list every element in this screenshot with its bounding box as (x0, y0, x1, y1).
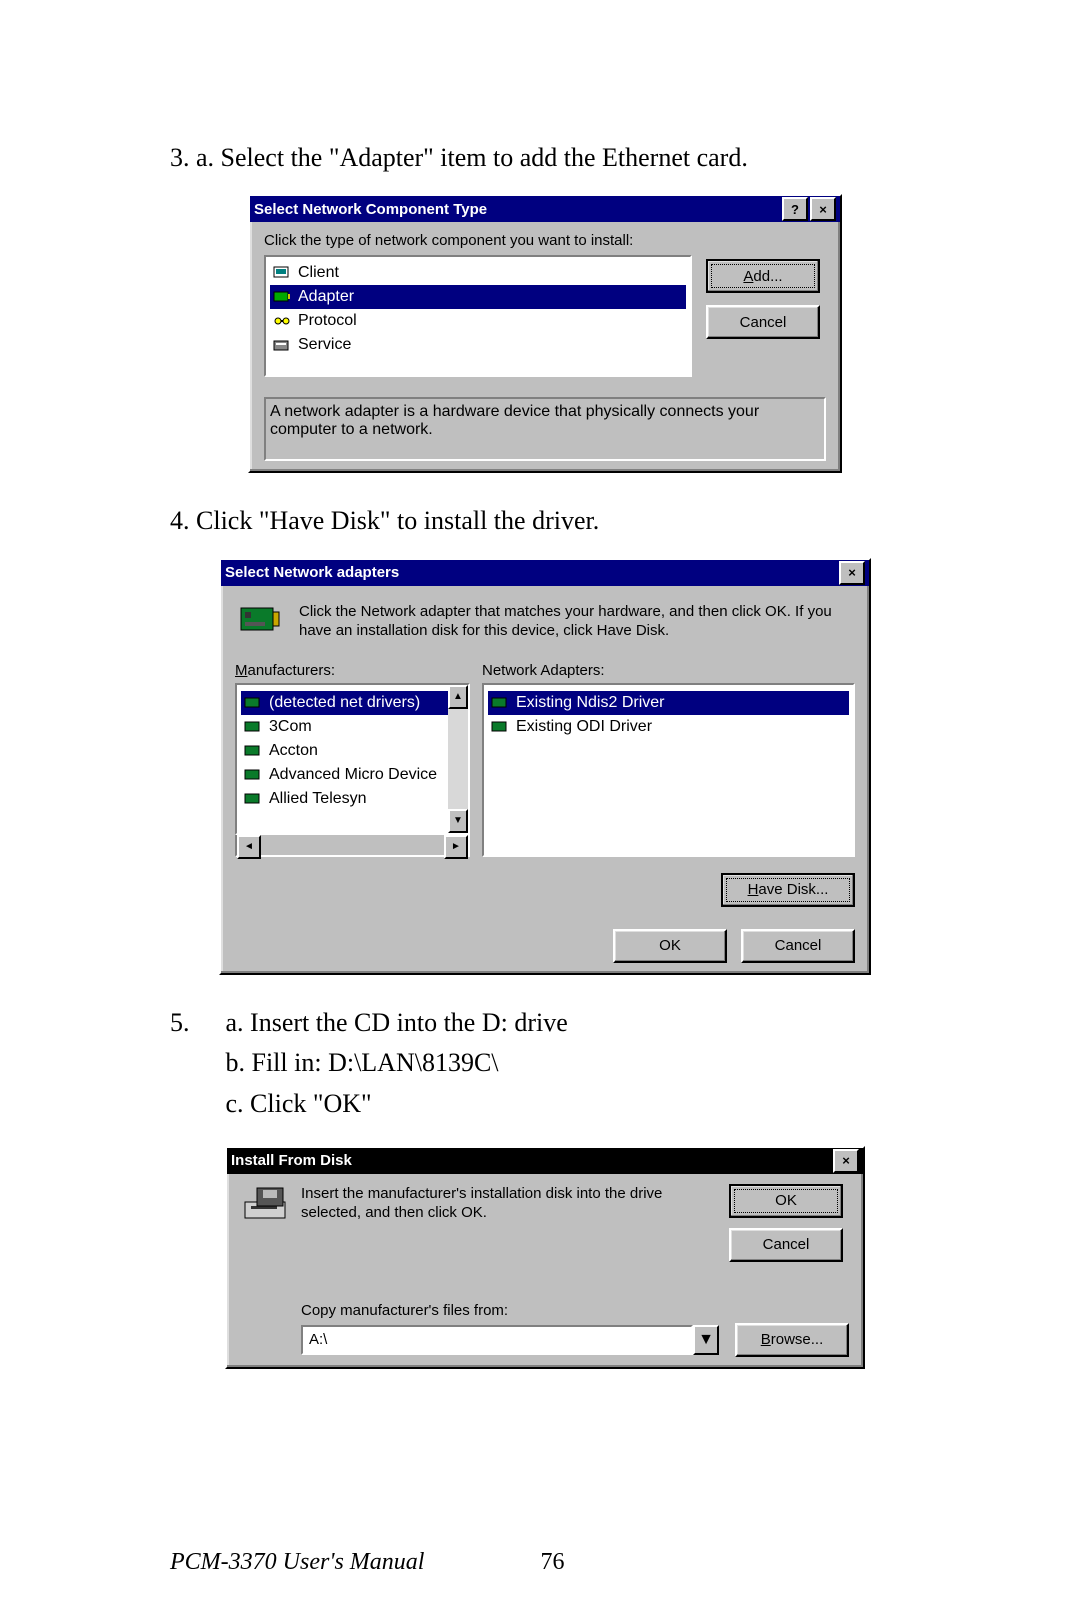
manufacturers-list[interactable]: (detected net drivers) 3Com Accton Advan… (235, 683, 470, 835)
service-icon (272, 337, 292, 353)
step-5-number: 5. (170, 1005, 190, 1136)
copy-from-label: Copy manufacturer's files from: (301, 1302, 849, 1319)
list-item: Protocol (270, 309, 686, 333)
scroll-down-button[interactable]: ▼ (448, 809, 468, 833)
manufacturers-label: Manufacturers: (235, 662, 470, 679)
ok-button[interactable]: OK (613, 929, 727, 963)
horizontal-scrollbar[interactable]: ◄ ► (235, 833, 470, 857)
adapter-large-icon (239, 602, 283, 646)
step-3-text: 3. a. Select the "Adapter" item to add t… (170, 140, 920, 176)
card-icon (243, 695, 263, 711)
title-text: Install From Disk (231, 1152, 352, 1169)
titlebar: Install From Disk × (227, 1148, 863, 1174)
list-item-selected: Existing Ndis2 Driver (488, 691, 849, 715)
adapter-icon (272, 289, 292, 305)
title-text: Select Network Component Type (254, 201, 487, 218)
close-button[interactable]: × (810, 197, 836, 221)
card-icon (490, 719, 510, 735)
scroll-right-button[interactable]: ► (444, 835, 468, 859)
card-icon (243, 743, 263, 759)
list-item: 3Com (241, 715, 464, 739)
help-button[interactable]: ? (782, 197, 808, 221)
step-5a-text: a. Insert the CD into the D: drive (226, 1005, 568, 1041)
close-button[interactable]: × (839, 561, 865, 585)
description-box: A network adapter is a hardware device t… (264, 397, 826, 461)
browse-button[interactable]: Browse... (735, 1323, 849, 1357)
cancel-button[interactable]: Cancel (729, 1228, 843, 1262)
list-item-selected: Adapter (270, 285, 686, 309)
vertical-scrollbar[interactable]: ▲ ▼ (448, 685, 468, 833)
cancel-button[interactable]: Cancel (741, 929, 855, 963)
dialog-install-from-disk: Install From Disk × Insert the manufactu… (225, 1146, 865, 1369)
list-item: Existing ODI Driver (488, 715, 849, 739)
card-icon (243, 719, 263, 735)
ok-button[interactable]: OK (729, 1184, 843, 1218)
protocol-icon (272, 313, 292, 329)
path-combobox[interactable]: A:\ ▼ (301, 1325, 719, 1355)
disk-drive-icon (241, 1184, 285, 1228)
have-disk-button[interactable]: Have Disk... (721, 873, 855, 907)
page-footer: PCM-3370 User's Manual 76 (170, 1549, 920, 1576)
adapters-list[interactable]: Existing Ndis2 Driver Existing ODI Drive… (482, 683, 855, 857)
list-item: Allied Telesyn (241, 787, 464, 811)
scroll-left-button[interactable]: ◄ (237, 835, 261, 859)
list-item: Client (270, 261, 686, 285)
close-button[interactable]: × (833, 1149, 859, 1173)
list-item: Advanced Micro Device (241, 763, 464, 787)
step-5b-text: b. Fill in: D:\LAN\8139C\ (226, 1045, 568, 1081)
titlebar: Select Network adapters × (221, 560, 869, 586)
title-text: Select Network adapters (225, 564, 399, 581)
intro-text: Click the Network adapter that matches y… (299, 602, 851, 646)
list-item-selected: (detected net drivers) (241, 691, 464, 715)
titlebar: Select Network Component Type ? × (250, 196, 840, 222)
add-button[interactable]: Add... (706, 259, 820, 293)
dialog-select-component-type: Select Network Component Type ? × Click … (248, 194, 842, 473)
message-text: Insert the manufacturer's installation d… (301, 1184, 713, 1223)
book-title: PCM-3370 User's Manual (170, 1549, 424, 1575)
card-icon (243, 767, 263, 783)
step-4-text: 4. Click "Have Disk" to install the driv… (170, 503, 920, 539)
component-type-list[interactable]: Client Adapter Protocol Service (264, 255, 692, 377)
prompt-text: Click the type of network component you … (264, 232, 826, 249)
page-number: 76 (540, 1549, 564, 1575)
adapters-label: Network Adapters: (482, 662, 855, 679)
document-page: 3. a. Select the "Adapter" item to add t… (0, 0, 1080, 1622)
list-item: Accton (241, 739, 464, 763)
path-field[interactable]: A:\ (301, 1325, 693, 1355)
card-icon (243, 791, 263, 807)
client-icon (272, 265, 292, 281)
dropdown-button[interactable]: ▼ (693, 1325, 719, 1355)
list-item: Service (270, 333, 686, 357)
step-5c-text: c. Click "OK" (226, 1086, 568, 1122)
cancel-button[interactable]: Cancel (706, 305, 820, 339)
dialog-select-network-adapters: Select Network adapters × Click the Netw… (219, 558, 871, 975)
scroll-up-button[interactable]: ▲ (448, 685, 468, 709)
card-icon (490, 695, 510, 711)
